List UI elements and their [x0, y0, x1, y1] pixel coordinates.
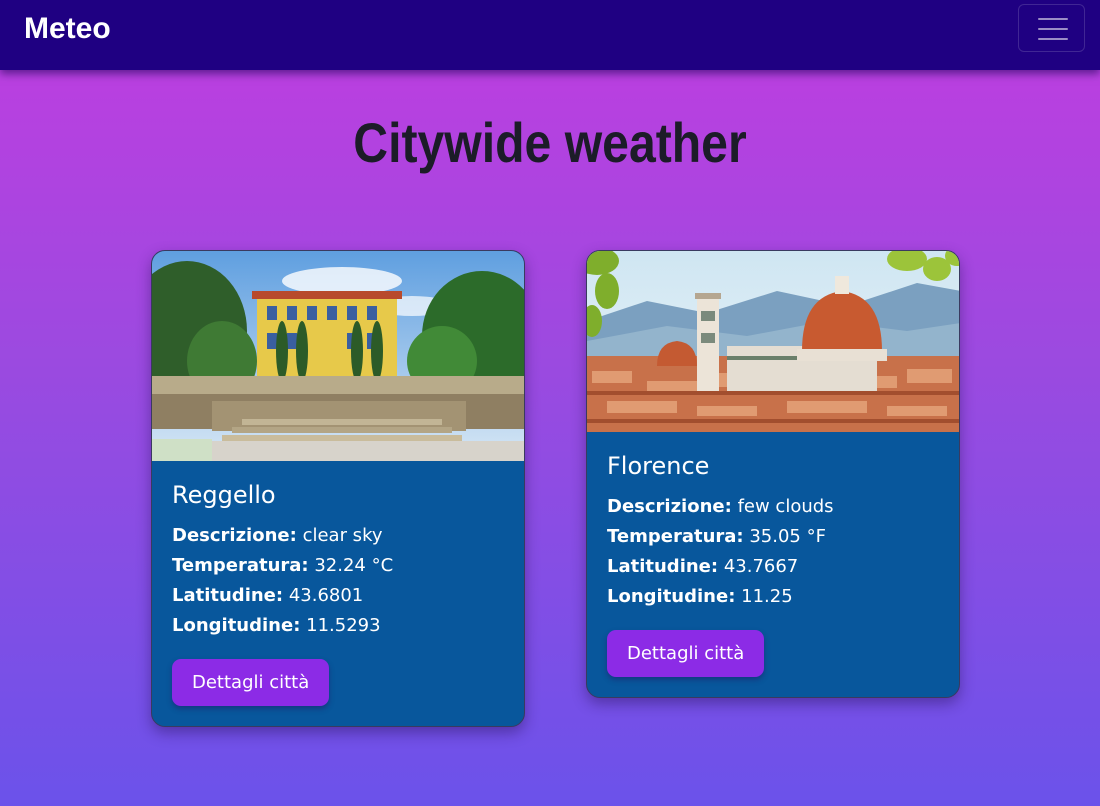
temperature-value: 35.05 °F	[749, 526, 826, 547]
city-image-reggello	[152, 251, 524, 461]
city-card-reggello: Reggello Descrizione: clear sky Temperat…	[151, 250, 525, 727]
latitude-label: Latitudine:	[172, 585, 284, 606]
city-image-florence	[587, 251, 959, 432]
longitude-label: Longitudine:	[172, 615, 301, 636]
city-details-button[interactable]: Dettagli città	[607, 630, 765, 677]
city-name: Florence	[607, 452, 710, 480]
temperature-label: Temperatura:	[172, 555, 309, 576]
city-name: Reggello	[172, 481, 276, 509]
page-title: Citywide weather	[353, 111, 747, 174]
city-temperature: Temperatura: 35.05 °F	[607, 522, 939, 552]
city-card-body: Florence Descrizione: few clouds Tempera…	[587, 432, 959, 697]
city-card-florence: Florence Descrizione: few clouds Tempera…	[586, 250, 960, 698]
longitude-label: Longitudine:	[607, 586, 736, 607]
description-value: few clouds	[737, 496, 834, 517]
description-value: clear sky	[302, 525, 383, 546]
navbar: Meteo	[0, 0, 1100, 70]
navbar-toggler-button[interactable]	[1018, 4, 1085, 52]
description-label: Descrizione:	[607, 496, 732, 517]
city-latitude: Latitudine: 43.6801	[172, 581, 504, 611]
longitude-value: 11.5293	[306, 615, 381, 636]
city-latitude: Latitudine: 43.7667	[607, 552, 939, 582]
city-details-button[interactable]: Dettagli città	[172, 659, 330, 706]
city-temperature: Temperatura: 32.24 °C	[172, 551, 504, 581]
city-longitude: Longitudine: 11.5293	[172, 611, 504, 641]
city-description: Descrizione: few clouds	[607, 492, 939, 522]
latitude-label: Latitudine:	[607, 556, 719, 577]
temperature-label: Temperatura:	[607, 526, 744, 547]
latitude-value: 43.7667	[723, 556, 799, 577]
longitude-value: 11.25	[741, 586, 793, 607]
brand-logo[interactable]: Meteo	[24, 12, 111, 46]
description-label: Descrizione:	[172, 525, 297, 546]
city-longitude: Longitudine: 11.25	[607, 582, 939, 612]
latitude-value: 43.6801	[288, 585, 364, 606]
city-description: Descrizione: clear sky	[172, 521, 504, 551]
temperature-value: 32.24 °C	[314, 555, 394, 576]
city-card-body: Reggello Descrizione: clear sky Temperat…	[152, 461, 524, 726]
